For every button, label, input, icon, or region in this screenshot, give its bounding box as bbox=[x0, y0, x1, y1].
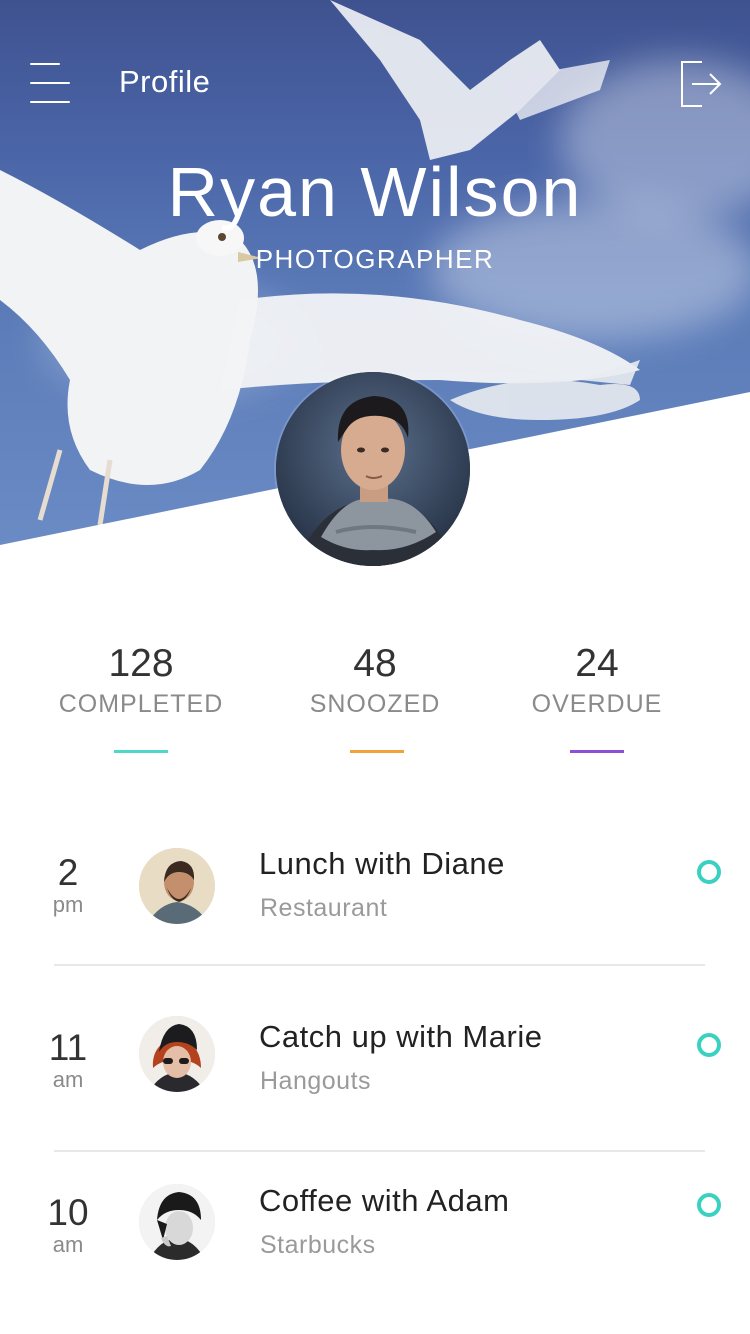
agenda-time: 2 pm bbox=[30, 853, 106, 917]
agenda-item[interactable]: 10 am Coffee with Adam Starbucks bbox=[0, 1165, 750, 1325]
avatar[interactable] bbox=[139, 1016, 215, 1092]
avatar[interactable] bbox=[139, 1184, 215, 1260]
stat-completed[interactable]: 128 COMPLETED bbox=[31, 642, 251, 753]
stat-completed-label: COMPLETED bbox=[58, 690, 224, 718]
profile-role: PHOTOGRAPHER bbox=[255, 244, 495, 274]
stat-overdue-label: OVERDUE bbox=[531, 690, 663, 718]
agenda-time: 11 am bbox=[30, 1028, 106, 1092]
stat-snoozed-indicator bbox=[350, 750, 404, 753]
agenda-time-value: 2 bbox=[57, 852, 79, 893]
stat-overdue-indicator bbox=[570, 750, 624, 753]
profile-name: Ryan Wilson bbox=[167, 153, 583, 231]
stat-overdue[interactable]: 24 OVERDUE bbox=[487, 642, 707, 753]
agenda-time: 10 am bbox=[30, 1193, 106, 1257]
stat-snoozed-label: SNOOZED bbox=[309, 690, 441, 718]
profile-avatar[interactable] bbox=[276, 372, 470, 566]
stat-completed-value: 128 bbox=[108, 642, 174, 685]
agenda-time-value: 10 bbox=[47, 1192, 89, 1233]
agenda-time-period: am bbox=[52, 1067, 84, 1092]
agenda-subtitle: Starbucks bbox=[260, 1231, 376, 1259]
agenda-subtitle: Hangouts bbox=[260, 1067, 372, 1095]
stat-completed-indicator bbox=[114, 750, 168, 753]
stat-overdue-value: 24 bbox=[575, 642, 619, 685]
agenda-item[interactable]: 11 am Catch up with Marie Hangouts bbox=[0, 995, 750, 1155]
page-title: Profile bbox=[119, 64, 211, 99]
agenda-title: Catch up with Marie bbox=[259, 1019, 543, 1054]
status-indicator bbox=[697, 860, 721, 884]
stat-snoozed-value: 48 bbox=[353, 642, 397, 685]
agenda-time-period: pm bbox=[52, 892, 84, 917]
avatar[interactable] bbox=[139, 848, 215, 924]
menu-icon[interactable] bbox=[30, 62, 72, 104]
logout-icon[interactable] bbox=[680, 60, 724, 108]
stat-snoozed[interactable]: 48 SNOOZED bbox=[265, 642, 485, 753]
status-indicator bbox=[697, 1193, 721, 1217]
agenda-title: Coffee with Adam bbox=[259, 1183, 510, 1218]
agenda-time-value: 11 bbox=[48, 1027, 88, 1068]
agenda-title: Lunch with Diane bbox=[259, 846, 505, 881]
agenda-item[interactable]: 2 pm Lunch with Diane Restaurant bbox=[0, 820, 750, 980]
agenda-time-period: am bbox=[52, 1232, 84, 1257]
divider bbox=[54, 964, 705, 966]
agenda-subtitle: Restaurant bbox=[260, 894, 388, 922]
status-indicator bbox=[697, 1033, 721, 1057]
divider bbox=[54, 1150, 705, 1152]
